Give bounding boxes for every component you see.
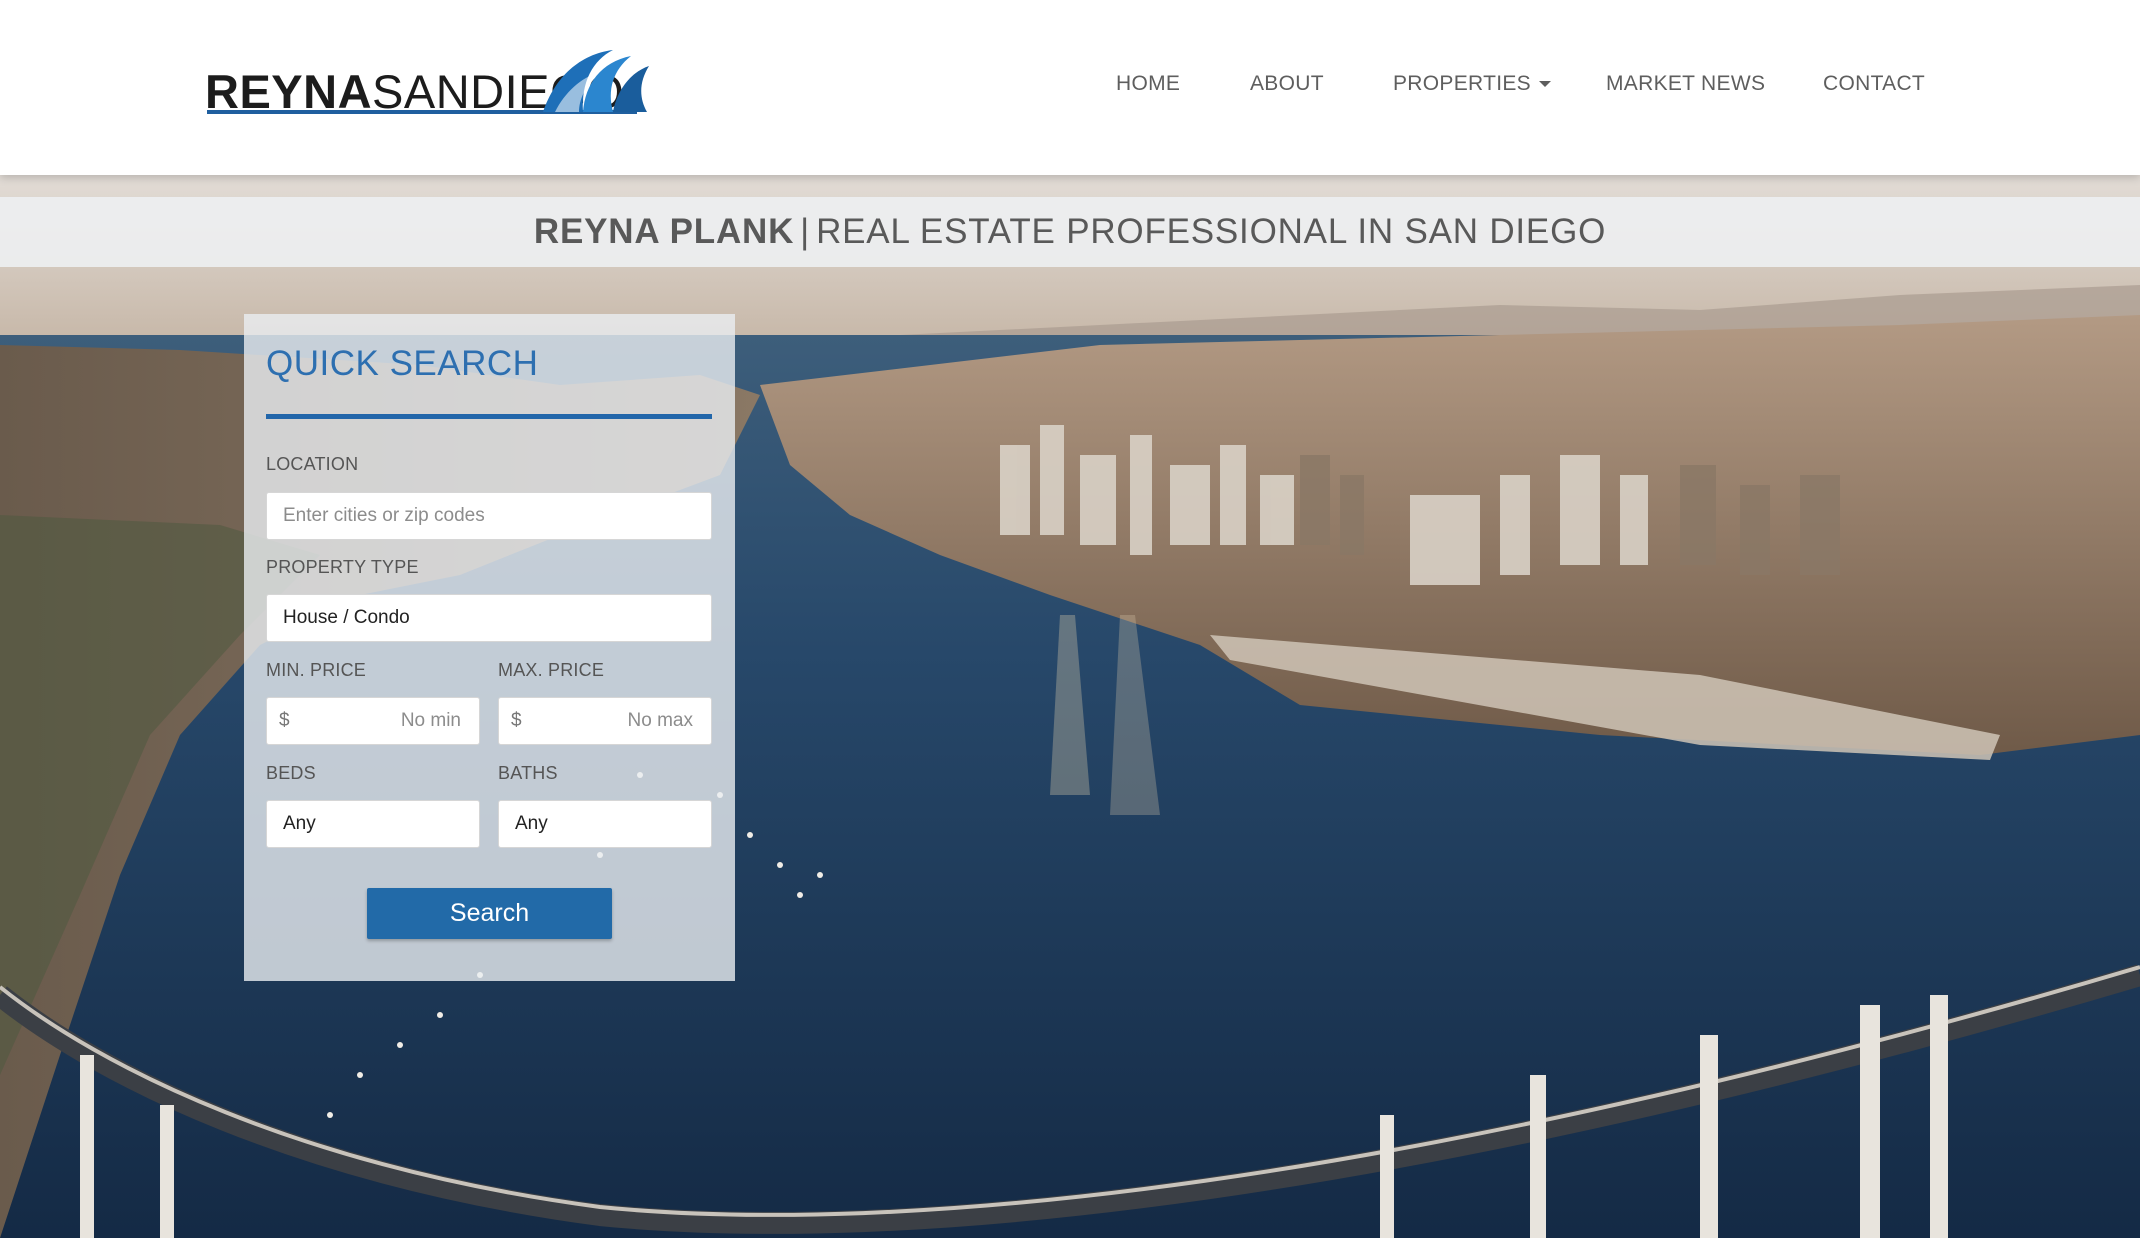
dollar-prefix: $ (511, 710, 522, 731)
tagline-banner: REYNA PLANK | REAL ESTATE PROFESSIONAL IN … (0, 197, 2140, 267)
quick-search-title: QUICK SEARCH (266, 344, 539, 383)
site-logo[interactable]: REYNASANDIEGO (205, 42, 649, 122)
search-button[interactable]: Search (367, 888, 612, 939)
max-price-label: MAX. PRICE (498, 660, 605, 680)
wave-icon (543, 50, 649, 112)
nav-market-news[interactable]: MARKET NEWS (1606, 72, 1765, 96)
tagline-separator: | (800, 212, 811, 251)
nav-contact[interactable]: CONTACT (1823, 72, 1925, 96)
beds-value: Any (283, 813, 316, 834)
location-label: LOCATION (266, 454, 359, 474)
nav-properties[interactable]: PROPERTIES (1393, 72, 1551, 96)
beds-label: BEDS (266, 763, 316, 783)
agent-name: REYNA PLANK (533, 212, 795, 251)
baths-label: BATHS (498, 763, 558, 783)
baths-select[interactable]: Any (498, 800, 712, 848)
property-type-select[interactable]: House / Condo (266, 594, 712, 642)
caret-down-icon (1538, 81, 1551, 88)
min-price-input[interactable]: $ No min (266, 697, 480, 745)
min-price-placeholder: No min (400, 710, 461, 731)
quick-search-panel: QUICK SEARCH LOCATION Enter cities or zi… (244, 314, 735, 981)
nav-home[interactable]: HOME (1116, 72, 1180, 96)
property-type-label: PROPERTY TYPE (266, 557, 419, 577)
max-price-input[interactable]: $ No max (498, 697, 712, 745)
location-placeholder: Enter cities or zip codes (283, 505, 485, 526)
title-divider (266, 414, 712, 419)
max-price-placeholder: No max (627, 710, 693, 731)
agent-role: REAL ESTATE PROFESSIONAL IN SAN DIEGO (816, 212, 1607, 251)
dollar-prefix: $ (279, 710, 290, 731)
location-input[interactable]: Enter cities or zip codes (266, 492, 712, 540)
nav-about[interactable]: ABOUT (1250, 72, 1324, 96)
site-header: REYNASANDIEGO HOME ABOUT PROPERTIES MARK… (0, 0, 2140, 175)
beds-select[interactable]: Any (266, 800, 480, 848)
min-price-label: MIN. PRICE (266, 660, 367, 680)
baths-value: Any (515, 813, 548, 834)
property-type-value: House / Condo (283, 607, 410, 628)
